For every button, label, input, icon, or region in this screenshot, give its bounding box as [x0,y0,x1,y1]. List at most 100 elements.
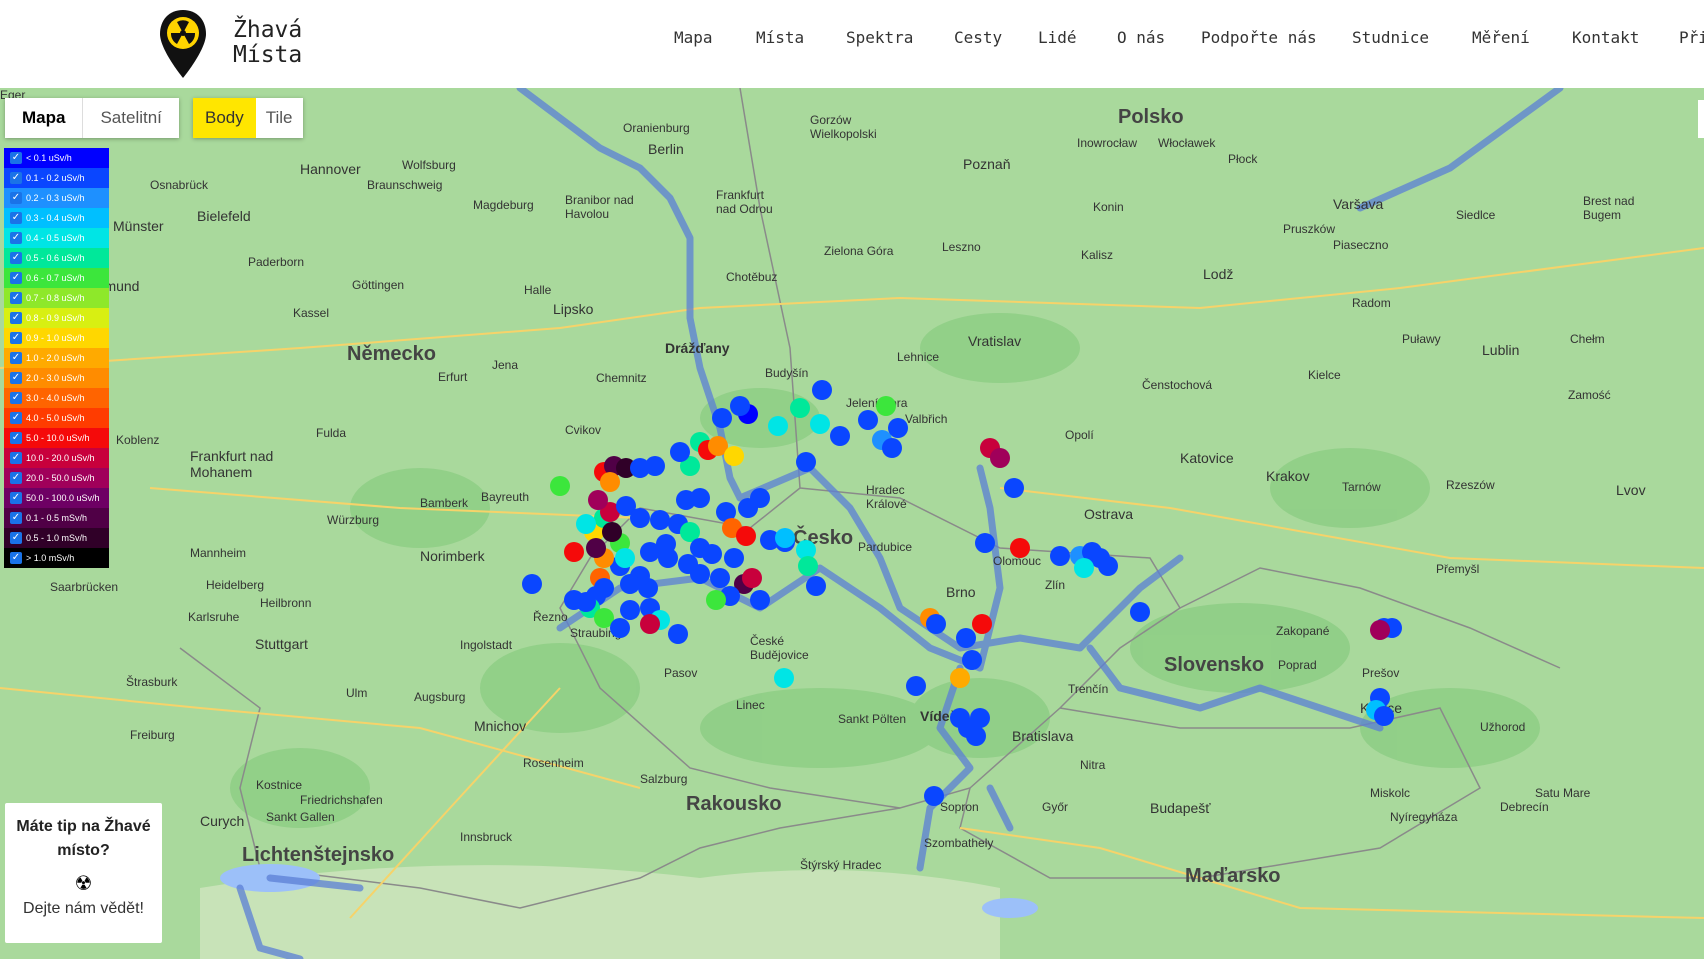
measurement-point[interactable] [522,574,542,594]
measurement-point[interactable] [576,514,596,534]
measurement-point[interactable] [790,398,810,418]
layer-body-button[interactable]: Body [193,98,256,138]
measurement-point[interactable] [1074,558,1094,578]
measurement-point[interactable] [990,448,1010,468]
measurement-point[interactable] [706,590,726,610]
legend-checkbox[interactable]: ✓ [10,172,22,184]
measurement-point[interactable] [690,488,710,508]
legend-row[interactable]: ✓ 0.1 - 0.2 uSv/h [4,168,109,188]
measurement-point[interactable] [712,408,732,428]
legend-checkbox[interactable]: ✓ [10,212,22,224]
nav-cesty[interactable]: Cesty [954,28,1038,47]
legend-checkbox[interactable]: ✓ [10,312,22,324]
legend-checkbox[interactable]: ✓ [10,252,22,264]
measurement-point[interactable] [774,668,794,688]
measurement-point[interactable] [888,418,908,438]
measurement-point[interactable] [810,414,830,434]
nav-mista[interactable]: Místa [756,28,846,47]
measurement-point[interactable] [1374,706,1394,726]
measurement-point[interactable] [768,416,788,436]
measurement-point[interactable] [736,526,756,546]
measurement-point[interactable] [750,590,770,610]
measurement-point[interactable] [615,548,635,568]
layer-tile-button[interactable]: Tile [256,98,303,138]
measurement-point[interactable] [906,676,926,696]
legend-row[interactable]: ✓ 50.0 - 100.0 uSv/h [4,488,109,508]
legend-row[interactable]: ✓ 10.0 - 20.0 uSv/h [4,448,109,468]
legend-row[interactable]: ✓ 20.0 - 50.0 uSv/h [4,468,109,488]
legend-row[interactable]: ✓ 3.0 - 4.0 uSv/h [4,388,109,408]
measurement-point[interactable] [610,618,630,638]
nav-lide[interactable]: Lidé [1038,28,1117,47]
measurement-point[interactable] [668,624,688,644]
map-type-satellite-button[interactable]: Satelitní [82,98,178,138]
nav-kontakt[interactable]: Kontakt [1572,28,1679,47]
legend-checkbox[interactable]: ✓ [10,192,22,204]
measurement-point[interactable] [640,542,660,562]
legend-row[interactable]: ✓ < 0.1 uSv/h [4,148,109,168]
legend-row[interactable]: ✓ 0.2 - 0.3 uSv/h [4,188,109,208]
measurement-point[interactable] [588,490,608,510]
measurement-point[interactable] [630,508,650,528]
legend-checkbox[interactable]: ✓ [10,332,22,344]
legend-row[interactable]: ✓ 5.0 - 10.0 uSv/h [4,428,109,448]
legend-checkbox[interactable]: ✓ [10,412,22,424]
measurement-point[interactable] [742,568,762,588]
measurement-point[interactable] [975,533,995,553]
measurement-point[interactable] [650,510,670,530]
map-canvas[interactable]: Polsko Německo Česko Slovensko Rakousko … [0,88,1704,959]
measurement-point[interactable] [858,410,878,430]
legend-row[interactable]: ✓ 0.7 - 0.8 uSv/h [4,288,109,308]
legend-checkbox[interactable]: ✓ [10,532,22,544]
measurement-point[interactable] [576,592,596,612]
measurement-point[interactable] [882,438,902,458]
nav-mereni[interactable]: Měření [1472,28,1572,47]
legend-checkbox[interactable]: ✓ [10,552,22,564]
measurement-point[interactable] [962,650,982,670]
fullscreen-button[interactable] [1698,100,1704,138]
measurement-point[interactable] [1010,538,1030,558]
measurement-point[interactable] [1130,602,1150,622]
measurement-point[interactable] [876,396,896,416]
measurement-point[interactable] [645,456,665,476]
measurement-point[interactable] [620,574,640,594]
measurement-point[interactable] [640,614,660,634]
legend-row[interactable]: ✓ 1.0 - 2.0 uSv/h [4,348,109,368]
brand-name[interactable]: Žhavá Místa [233,18,302,68]
legend-checkbox[interactable]: ✓ [10,472,22,484]
measurement-point[interactable] [796,452,816,472]
nav-spektra[interactable]: Spektra [846,28,954,47]
measurement-point[interactable] [730,396,750,416]
legend-row[interactable]: ✓ > 1.0 mSv/h [4,548,109,568]
nav-podporte-nas[interactable]: Podpořte nás [1201,28,1352,47]
nav-pri[interactable]: Při [1679,28,1704,47]
legend-row[interactable]: ✓ 0.6 - 0.7 uSv/h [4,268,109,288]
measurement-point[interactable] [690,564,710,584]
measurement-point[interactable] [620,600,640,620]
measurement-point[interactable] [1098,556,1118,576]
tip-box[interactable]: Máte tip na Žhavé místo? ☢ Dejte nám věd… [5,803,162,943]
measurement-point[interactable] [926,614,946,634]
legend-checkbox[interactable]: ✓ [10,292,22,304]
legend-checkbox[interactable]: ✓ [10,232,22,244]
measurement-point[interactable] [970,708,990,728]
measurement-point[interactable] [710,568,730,588]
measurement-point[interactable] [600,472,620,492]
legend-checkbox[interactable]: ✓ [10,272,22,284]
legend-checkbox[interactable]: ✓ [10,352,22,364]
legend-row[interactable]: ✓ 0.5 - 1.0 mSv/h [4,528,109,548]
measurement-point[interactable] [830,426,850,446]
measurement-point[interactable] [564,542,584,562]
measurement-point[interactable] [924,786,944,806]
legend-row[interactable]: ✓ 0.8 - 0.9 uSv/h [4,308,109,328]
measurement-point[interactable] [602,522,622,542]
tip-cta-link[interactable]: Dejte nám vědět! [5,900,162,918]
legend-row[interactable]: ✓ 2.0 - 3.0 uSv/h [4,368,109,388]
measurement-point[interactable] [550,476,570,496]
legend-row[interactable]: ✓ 0.4 - 0.5 uSv/h [4,228,109,248]
legend-checkbox[interactable]: ✓ [10,452,22,464]
measurement-point[interactable] [690,538,710,558]
nav-studnice[interactable]: Studnice [1352,28,1472,47]
legend-row[interactable]: ✓ 4.0 - 5.0 uSv/h [4,408,109,428]
legend-checkbox[interactable]: ✓ [10,372,22,384]
